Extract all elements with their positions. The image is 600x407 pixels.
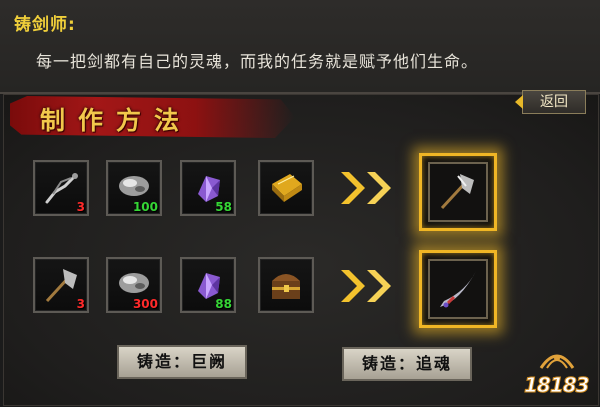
recipe1-material-4-slot[interactable] bbox=[258, 160, 314, 216]
recipe2-arrow-icon bbox=[341, 270, 391, 302]
recipe1-result-frame bbox=[428, 162, 488, 222]
recipe2-material-1-slot[interactable]: 3 bbox=[33, 257, 89, 313]
npc-dialog: 铸剑师: 每一把剑都有自己的灵魂，而我的任务就是赋予他们生命。 bbox=[0, 0, 600, 94]
forge-button-1[interactable]: 铸造：巨阙 bbox=[117, 345, 247, 379]
panel-title: 制作方法 bbox=[40, 106, 193, 135]
recipe2-material-4-slot[interactable] bbox=[258, 257, 314, 313]
back-button-label: 返回 bbox=[540, 94, 568, 110]
watermark-text: 18183 bbox=[524, 373, 591, 398]
npc-dialog-text: 每一把剑都有自己的灵魂，而我的任务就是赋予他们生命。 bbox=[36, 52, 479, 71]
recipe1-material-3-count: 58 bbox=[215, 200, 232, 214]
recipe1-material-3-slot[interactable]: 58 bbox=[180, 160, 236, 216]
gold-scroll-icon bbox=[272, 174, 302, 202]
recipe2-result-slot[interactable] bbox=[419, 250, 497, 328]
recipe2-material-2-slot[interactable]: 300 bbox=[106, 257, 162, 313]
curved-blade-icon bbox=[440, 271, 476, 308]
crafting-panel bbox=[3, 94, 599, 406]
back-arrow-icon bbox=[515, 95, 523, 109]
back-button[interactable]: 返回 bbox=[515, 90, 586, 114]
recipe2-material-3-slot[interactable]: 88 bbox=[180, 257, 236, 313]
npc-name: 铸剑师: bbox=[14, 15, 76, 35]
recipe1-result-slot[interactable] bbox=[419, 153, 497, 231]
recipe1-material-1-slot[interactable]: 3 bbox=[33, 160, 89, 216]
recipe1-material-1-count: 3 bbox=[76, 200, 85, 214]
forge-button-2[interactable]: 铸造：追魂 bbox=[342, 347, 472, 381]
recipe1-material-2-count: 100 bbox=[132, 200, 158, 214]
recipe2-material-2-count: 300 bbox=[132, 297, 158, 311]
recipe2-result-frame bbox=[428, 259, 488, 319]
recipe2-material-1-count: 3 bbox=[76, 297, 85, 311]
battle-axe-icon bbox=[440, 174, 474, 210]
recipe1-material-2-slot[interactable]: 100 bbox=[106, 160, 162, 216]
recipe2-material-3-count: 88 bbox=[215, 297, 232, 311]
recipe1-arrow-icon bbox=[341, 172, 391, 204]
treasure-chest-icon bbox=[272, 274, 300, 299]
